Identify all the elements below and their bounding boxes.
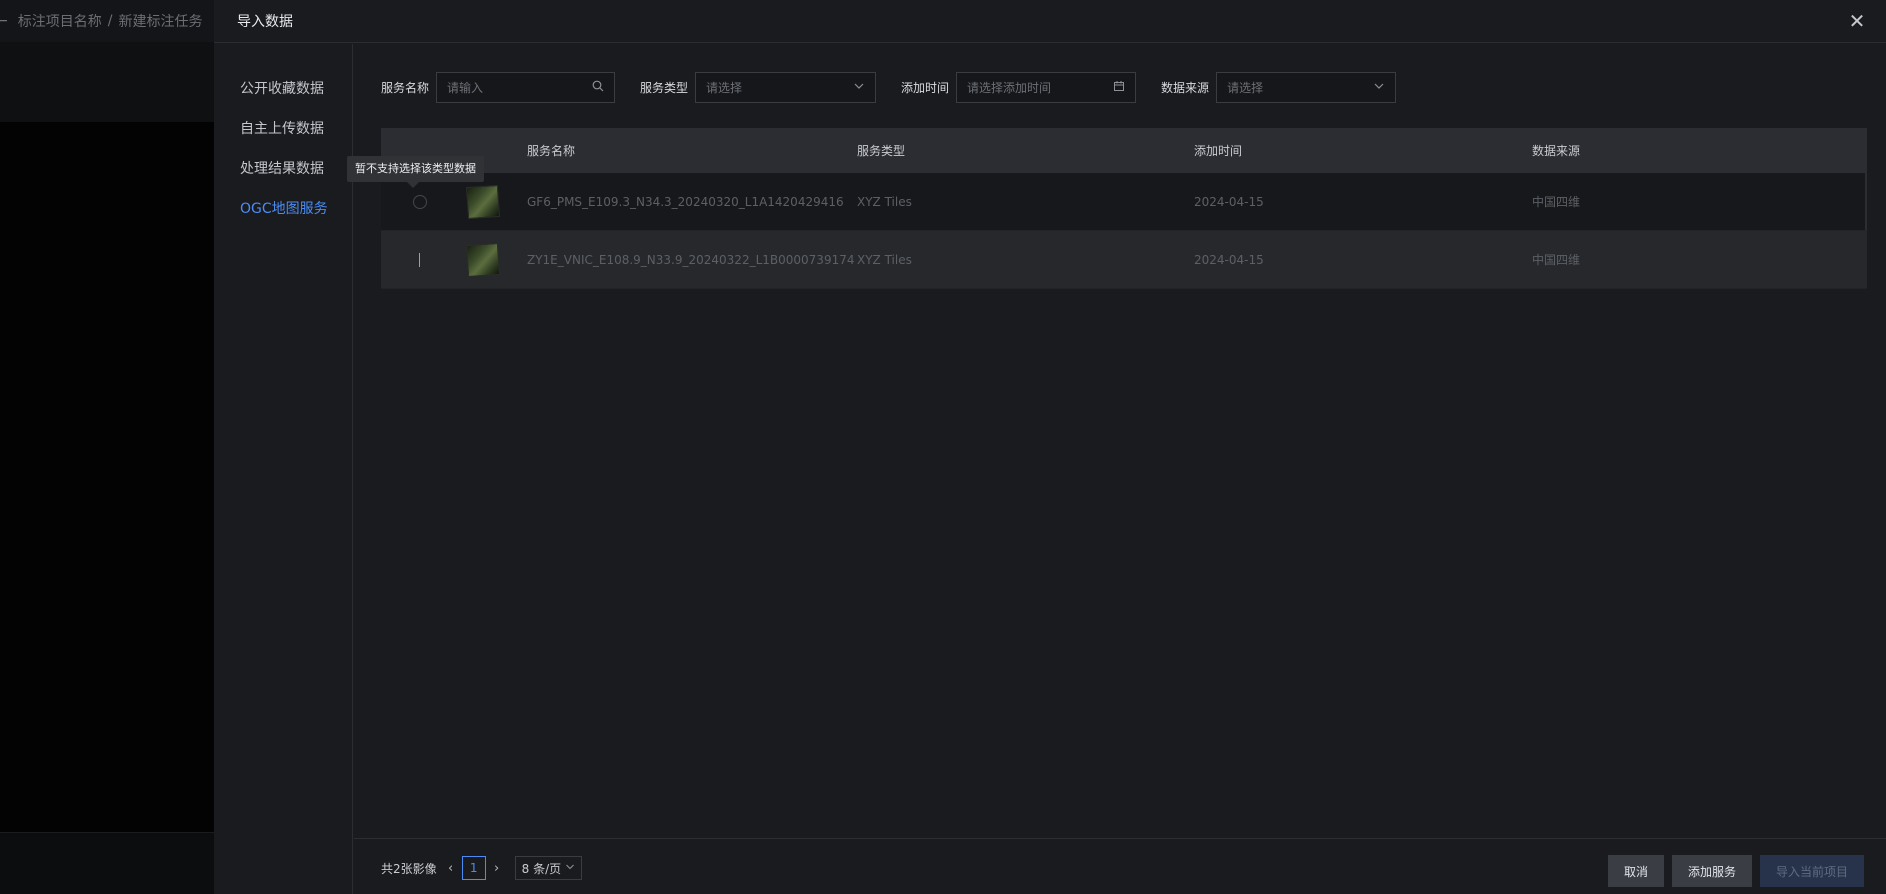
cell-service-type: XYZ Tiles <box>857 194 912 209</box>
background-footer <box>0 832 214 894</box>
table-row[interactable]: ZY1E_VNIC_E108.9_N33.9_20240322_L1B00007… <box>381 231 1867 289</box>
row-checkbox[interactable] <box>413 194 427 209</box>
side-menu: 公开收藏数据 自主上传数据 处理结果数据 OGC地图服务 <box>214 44 353 894</box>
filter-label-service-type: 服务类型 <box>640 80 689 95</box>
column-header-service-type: 服务类型 <box>857 144 906 158</box>
filter-data-source: 数据来源 请选择 <box>1161 71 1397 103</box>
calendar-icon <box>1112 80 1126 94</box>
service-name-placeholder: 请输入 <box>447 80 484 95</box>
page-size-value: 8 条/页 <box>521 861 562 876</box>
cell-add-time: 2024-04-15 <box>1194 194 1264 209</box>
next-page-icon[interactable]: › <box>489 861 505 876</box>
close-icon[interactable]: ✕ <box>1846 10 1868 32</box>
pagination-total: 共2张影像 <box>381 861 437 876</box>
add-service-button[interactable]: 添加服务 <box>1672 855 1752 887</box>
column-header-data-source: 数据来源 <box>1532 144 1581 158</box>
chevron-down-icon <box>565 862 575 875</box>
import-project-button[interactable]: 导入当前项目 <box>1760 855 1864 887</box>
row-thumb-cell <box>459 184 519 219</box>
background-band <box>0 42 214 122</box>
footer-actions: 取消 添加服务 导入当前项目 <box>1600 855 1864 887</box>
cell-data-source: 中国四维 <box>1532 195 1581 209</box>
background-header: ← 标注项目名称 / 新建标注任务 <box>0 0 214 42</box>
breadcrumb-project[interactable]: 标注项目名称 <box>18 11 102 31</box>
data-source-placeholder: 请选择 <box>1227 80 1264 95</box>
cell-service-name: GF6_PMS_E109.3_N34.3_20240320_L1A1420429… <box>527 194 844 209</box>
tooltip: 暂不支持选择该类型数据 <box>347 156 484 188</box>
table-row[interactable]: GF6_PMS_E109.3_N34.3_20240320_L1A1420429… <box>381 173 1867 231</box>
row-check-cell <box>381 194 459 209</box>
row-checkbox[interactable] <box>418 252 422 267</box>
table-header: 服务名称 服务类型 添加时间 数据来源 <box>381 128 1867 173</box>
main-content: 服务名称 请输入 服务类型 请选择 添加时间 请选择添加时间 数据来源 请选择 … <box>354 44 1886 894</box>
drawer-title: 导入数据 <box>237 14 293 30</box>
column-header-add-time: 添加时间 <box>1194 144 1243 158</box>
breadcrumb-separator: / <box>107 13 113 29</box>
drawer-footer: 共2张影像 ‹ 1 › 8 条/页 取消 添加服务 导入当前项目 <box>354 838 1886 894</box>
current-page-button[interactable]: 1 <box>461 856 486 880</box>
search-icon[interactable] <box>591 80 605 94</box>
data-source-select[interactable]: 请选择 <box>1216 71 1397 103</box>
filter-service-type: 服务类型 请选择 <box>640 71 877 103</box>
filter-label-service-name: 服务名称 <box>381 80 430 95</box>
row-thumb-cell <box>459 242 519 277</box>
imagery-thumbnail <box>465 184 501 219</box>
drawer-header: 导入数据 ✕ <box>214 0 1886 43</box>
back-arrow-icon[interactable]: ← <box>0 13 8 29</box>
page-size-select[interactable]: 8 条/页 <box>514 856 583 880</box>
filter-add-time: 添加时间 请选择添加时间 <box>901 71 1137 103</box>
row-check-cell <box>381 252 459 267</box>
services-table: 服务名称 服务类型 添加时间 数据来源 GF6_PMS_E109.3_N34.3… <box>381 128 1867 289</box>
cell-service-type: XYZ Tiles <box>857 252 912 267</box>
service-name-input[interactable]: 请输入 <box>436 71 616 103</box>
menu-item-self-uploaded[interactable]: 自主上传数据 <box>214 118 352 158</box>
menu-item-public-favorites[interactable]: 公开收藏数据 <box>214 78 352 118</box>
import-data-drawer: 导入数据 ✕ 公开收藏数据 自主上传数据 处理结果数据 OGC地图服务 服务名称… <box>214 0 1886 894</box>
filter-service-name: 服务名称 请输入 <box>381 71 616 103</box>
cell-data-source: 中国四维 <box>1532 253 1581 267</box>
menu-item-ogc-map-service[interactable]: OGC地图服务 <box>214 198 352 238</box>
prev-page-icon[interactable]: ‹ <box>443 861 459 876</box>
filter-label-add-time: 添加时间 <box>901 80 950 95</box>
cell-add-time: 2024-04-15 <box>1194 252 1264 267</box>
pagination: 共2张影像 ‹ 1 › 8 条/页 <box>381 856 583 880</box>
cancel-button[interactable]: 取消 <box>1608 855 1664 887</box>
chevron-down-icon <box>1372 80 1386 94</box>
add-time-picker[interactable]: 请选择添加时间 <box>956 71 1137 103</box>
background-page: ← 标注项目名称 / 新建标注任务 <box>0 0 214 894</box>
add-time-placeholder: 请选择添加时间 <box>967 80 1052 95</box>
menu-item-processing-results[interactable]: 处理结果数据 <box>214 158 352 198</box>
chevron-down-icon <box>852 80 866 94</box>
breadcrumb-task: 新建标注任务 <box>118 14 203 30</box>
cell-service-name: ZY1E_VNIC_E108.9_N33.9_20240322_L1B00007… <box>527 252 855 267</box>
column-header-service-name: 服务名称 <box>527 144 576 158</box>
filter-bar: 服务名称 请输入 服务类型 请选择 添加时间 请选择添加时间 数据来源 请选择 <box>381 71 1421 103</box>
filter-label-data-source: 数据来源 <box>1161 80 1210 95</box>
service-type-placeholder: 请选择 <box>706 80 743 95</box>
imagery-thumbnail <box>465 242 501 277</box>
service-type-select[interactable]: 请选择 <box>695 71 877 103</box>
